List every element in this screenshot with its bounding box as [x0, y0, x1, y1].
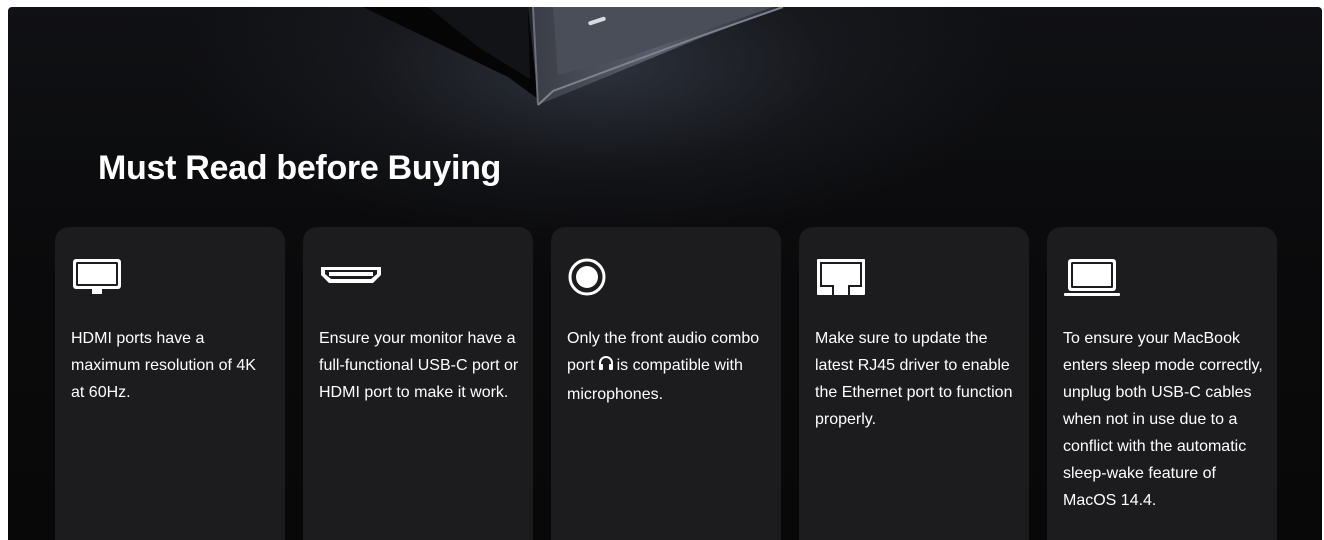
info-card-usb-c-hdmi: Ensure your monitor have a full-function… — [303, 227, 533, 540]
monitor-icon — [71, 257, 131, 301]
card-text: Only the front audio combo port is compa… — [567, 330, 760, 403]
hdmi-port-icon — [319, 257, 381, 301]
card-text: HDMI ports have a maximum resolution of … — [71, 330, 256, 401]
card-text: Ensure your monitor have a full-function… — [319, 330, 519, 401]
card-text: Make sure to update the latest RJ45 driv… — [815, 330, 1013, 428]
headphones-icon — [597, 354, 615, 381]
section-title: Must Read before Buying — [98, 149, 502, 187]
laptop-icon — [1063, 257, 1123, 301]
must-read-section: Must Read before Buying HDMI ports have … — [8, 7, 1322, 540]
ethernet-port-icon — [815, 257, 875, 301]
audio-jack-icon — [567, 257, 627, 301]
info-cards: HDMI ports have a maximum resolution of … — [55, 227, 1277, 540]
card-text: To ensure your MacBook enters sleep mode… — [1063, 330, 1263, 509]
info-card-rj45-driver: Make sure to update the latest RJ45 driv… — [799, 227, 1029, 540]
product-hub-image — [363, 7, 784, 106]
info-card-audio-port: Only the front audio combo port is compa… — [551, 227, 781, 540]
info-card-macbook-sleep: To ensure your MacBook enters sleep mode… — [1047, 227, 1277, 540]
info-card-hdmi-resolution: HDMI ports have a maximum resolution of … — [55, 227, 285, 540]
